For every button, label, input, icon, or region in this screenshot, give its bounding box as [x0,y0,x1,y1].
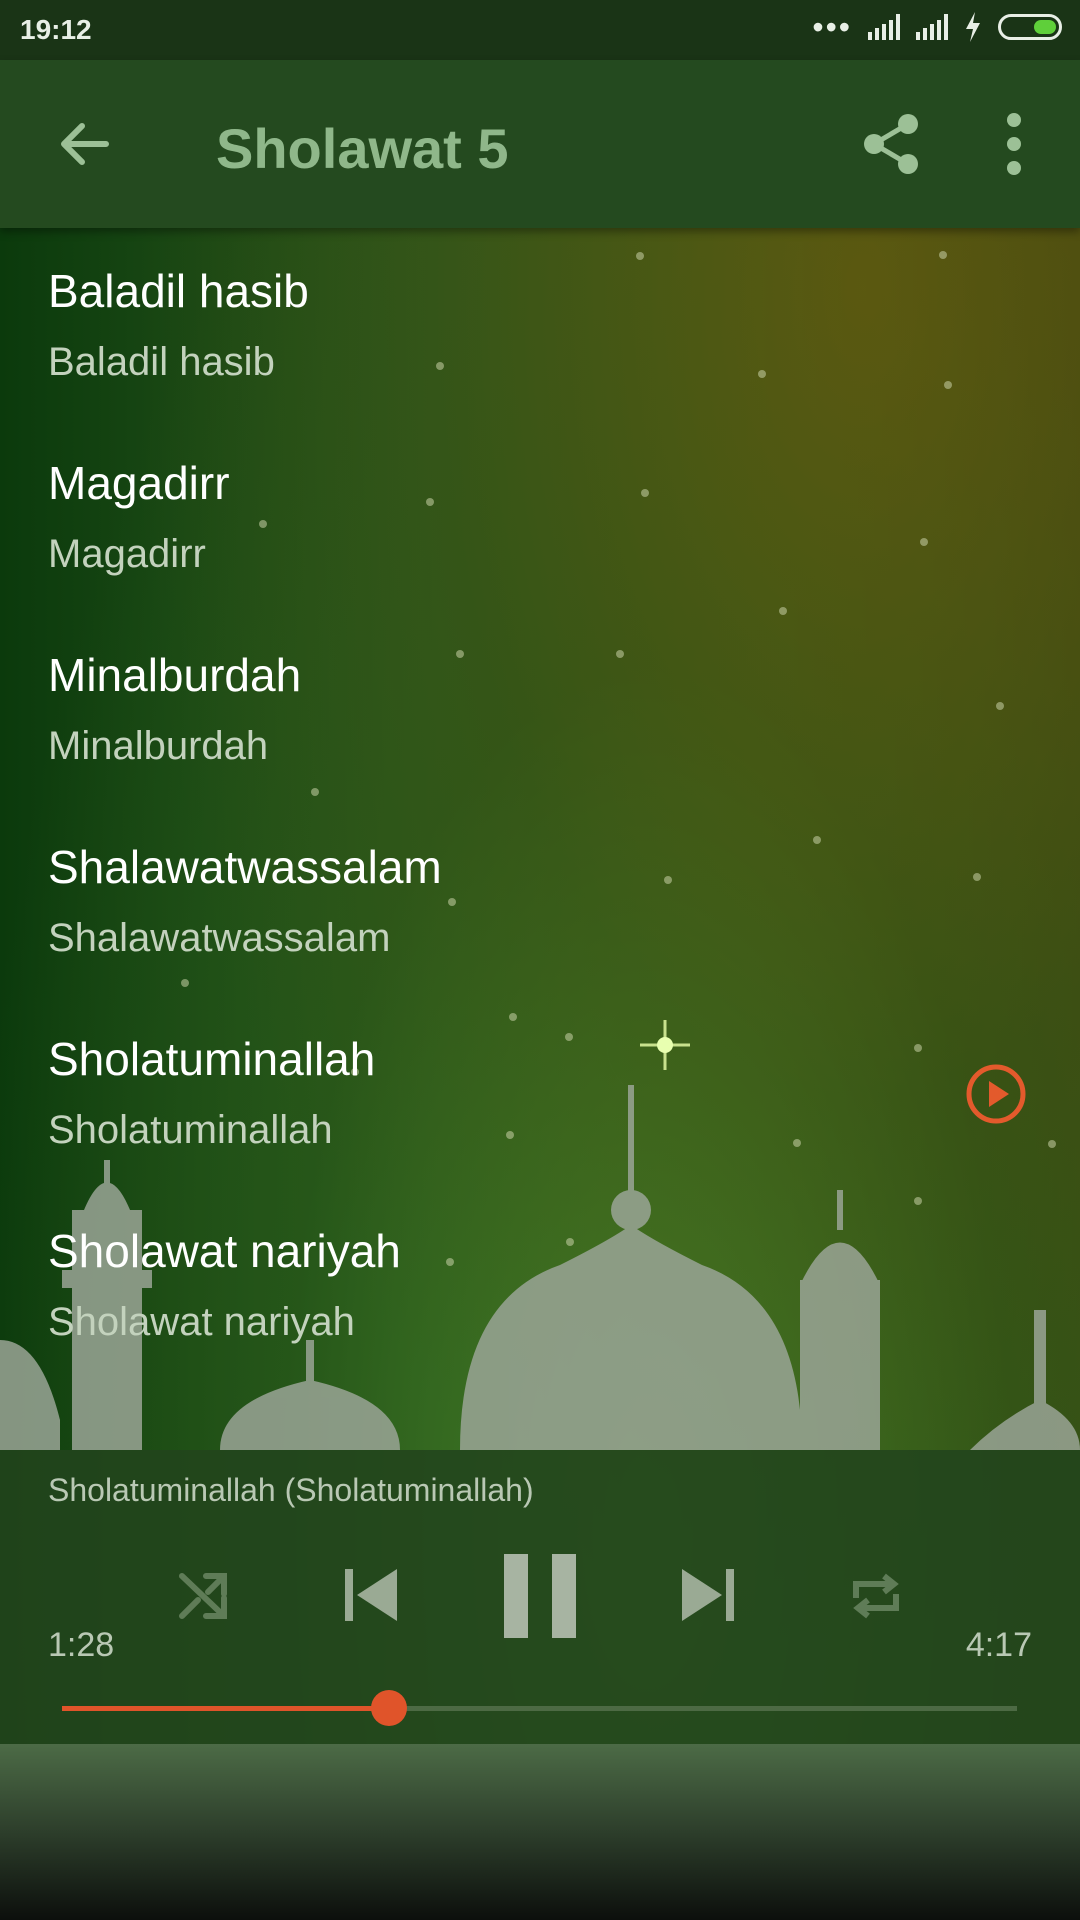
track-subtitle: Magadirr [48,532,206,576]
track-subtitle: Sholatuminallah [48,1108,333,1152]
signal-2-icon [916,14,948,40]
track-subtitle: Minalburdah [48,724,269,768]
track-title: Magadirr [48,457,230,509]
share-icon[interactable] [860,112,924,176]
list-item[interactable]: Shalawatwassalam Shalawatwassalam [0,804,1080,996]
track-title: Shalawatwassalam [48,841,442,893]
list-item-playing[interactable]: Sholatuminallah Sholatuminallah [0,996,1080,1188]
track-title: Sholatuminallah [48,1033,376,1085]
seek-handle[interactable] [370,1690,407,1726]
track-title: Sholawat nariyah [48,1225,401,1277]
status-bar: 19:12 ••• [0,0,1080,60]
current-time: 1:28 [48,1626,115,1664]
track-title: Baladil hasib [48,265,309,317]
more-vert-icon[interactable] [1000,112,1028,176]
track-list: Baladil hasib Baladil hasib Magadirr Mag… [0,228,1080,1380]
page-title: Sholawat 5 [216,117,509,180]
status-time: 19:12 [20,14,92,45]
list-item[interactable]: Baladil hasib Baladil hasib [0,228,1080,420]
now-playing-label: Sholatuminallah (Sholatuminallah) [48,1472,534,1508]
seek-progress [62,1706,389,1711]
signal-1-icon [868,14,900,40]
arrow-back-icon[interactable] [52,112,116,176]
list-item[interactable]: Sholawat nariyah Sholawat nariyah [0,1188,1080,1380]
bottom-gradient [0,1744,1080,1920]
track-subtitle: Sholawat nariyah [48,1300,355,1344]
player-panel: Sholatuminallah (Sholatuminallah) 1:28 4… [0,1450,1080,1744]
list-item[interactable]: Minalburdah Minalburdah [0,612,1080,804]
skip-next-icon[interactable] [680,1567,736,1623]
track-title: Minalburdah [48,649,302,701]
shuffle-icon[interactable] [176,1568,232,1624]
battery-icon [998,14,1062,40]
notification-dots-icon: ••• [812,9,852,45]
skip-previous-icon[interactable] [343,1567,399,1623]
seek-bar[interactable] [62,1690,1017,1726]
pause-icon[interactable] [502,1554,578,1638]
list-item[interactable]: Magadirr Magadirr [0,420,1080,612]
track-subtitle: Shalawatwassalam [48,916,391,960]
total-duration: 4:17 [965,1626,1032,1664]
track-subtitle: Baladil hasib [48,340,275,384]
app-toolbar: Sholawat 5 [0,60,1080,228]
charging-icon [966,12,980,42]
repeat-icon[interactable] [848,1568,904,1624]
status-icons: ••• [812,9,1062,45]
now-playing-icon[interactable] [964,1062,1028,1126]
